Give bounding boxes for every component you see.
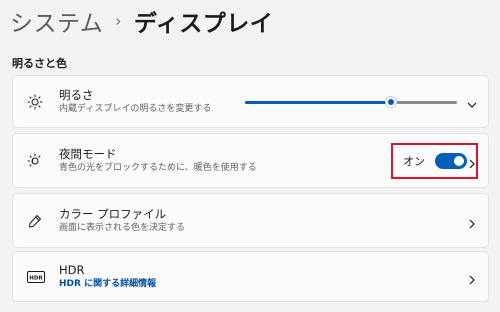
brightness-text: 明るさ 内蔵ディスプレイの明るさを変更する — [59, 88, 211, 116]
hdr-card[interactable]: HDR HDR HDR に関する詳細情報 — [12, 251, 489, 302]
night-light-card[interactable]: 夜間モード 青色の光をブロックするために、暖色を使用する オン — [12, 133, 489, 188]
breadcrumb-system[interactable]: システム — [10, 4, 103, 38]
brightness-title: 明るさ — [59, 87, 94, 102]
night-light-subtitle: 青色の光をブロックするために、暖色を使用する — [59, 162, 257, 173]
chevron-down-icon[interactable] — [466, 96, 478, 108]
night-light-toggle[interactable] — [435, 152, 467, 169]
chevron-right-icon[interactable] — [466, 215, 478, 228]
chevron-right-icon[interactable] — [466, 155, 478, 168]
color-profile-subtitle: 画面に表示される色を決定する — [59, 222, 186, 233]
eyedropper-icon — [27, 213, 43, 229]
breadcrumb-separator: › — [115, 12, 122, 30]
sun-icon — [27, 94, 43, 110]
color-profile-card[interactable]: カラー プロファイル 画面に表示される色を決定する — [12, 193, 489, 248]
hdr-title: HDR — [59, 262, 85, 277]
highlight-box: オン — [391, 142, 478, 179]
night-light-text: 夜間モード 青色の光をブロックするために、暖色を使用する — [59, 147, 257, 175]
svg-text:HDR: HDR — [29, 275, 43, 281]
page-title: ディスプレイ — [133, 11, 274, 37]
chevron-right-icon[interactable] — [466, 271, 478, 284]
color-profile-title: カラー プロファイル — [59, 206, 167, 221]
color-profile-text: カラー プロファイル 画面に表示される色を決定する — [59, 207, 185, 235]
section-title: 明るさと色 — [12, 57, 67, 70]
toggle-knob — [454, 155, 464, 166]
hdr-text: HDR HDR に関する詳細情報 — [59, 263, 156, 291]
night-light-title: 夜間モード — [59, 146, 117, 161]
brightness-subtitle: 内蔵ディスプレイの明るさを変更する — [59, 103, 212, 114]
brightness-card: 明るさ 内蔵ディスプレイの明るさを変更する — [12, 75, 489, 128]
night-light-icon — [27, 153, 43, 169]
slider-fill — [245, 100, 392, 104]
slider-thumb[interactable] — [385, 95, 398, 108]
brightness-slider[interactable] — [245, 95, 457, 108]
hdr-icon: HDR — [27, 269, 45, 285]
hdr-info-link[interactable]: HDR に関する詳細情報 — [59, 278, 156, 291]
display-settings-page: システム › ディスプレイ 明るさと色 明るさ 内蔵ディスプレイの明るさを変更す… — [0, 0, 500, 312]
breadcrumb: システム › ディスプレイ — [10, 4, 273, 38]
toggle-state-label: オン — [403, 154, 425, 168]
